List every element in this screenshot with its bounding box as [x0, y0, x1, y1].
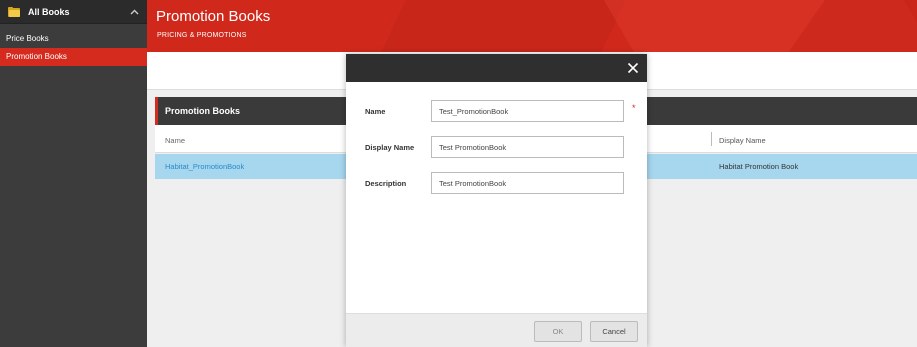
dialog-footer: OK Cancel [346, 313, 647, 347]
name-label: Name [365, 107, 386, 116]
chevron-up-icon[interactable] [129, 7, 139, 17]
row-display-name: Habitat Promotion Book [719, 162, 799, 171]
description-row: Description [346, 172, 647, 194]
panel-title: Promotion Books [165, 106, 241, 116]
page-header: Promotion Books PRICING & PROMOTIONS [147, 0, 917, 52]
cancel-button[interactable]: Cancel [590, 321, 638, 342]
sidebar: All Books Price Books Promotion Books [0, 0, 147, 347]
close-icon[interactable] [627, 62, 639, 74]
sidebar-header-all-books[interactable]: All Books [0, 0, 147, 24]
sidebar-item-promotion-books[interactable]: Promotion Books [0, 48, 147, 66]
sidebar-item-price-books[interactable]: Price Books [0, 30, 147, 48]
description-field[interactable] [431, 172, 624, 194]
required-marker: * [632, 103, 636, 113]
column-separator[interactable] [711, 132, 712, 146]
name-field[interactable] [431, 100, 624, 122]
description-label: Description [365, 179, 407, 188]
display-name-label: Display Name [365, 143, 415, 152]
ok-button[interactable]: OK [534, 321, 582, 342]
display-name-field[interactable] [431, 136, 624, 158]
row-name-link[interactable]: Habitat_PromotionBook [165, 162, 244, 171]
folder-icon [8, 6, 20, 17]
page-subtitle: PRICING & PROMOTIONS [157, 32, 247, 39]
display-name-row: Display Name [346, 136, 647, 158]
dialog-header [346, 54, 647, 82]
column-header-display-name[interactable]: Display Name [719, 136, 766, 145]
name-row: Name * [346, 100, 647, 122]
create-promotion-book-dialog: Name * Display Name Description OK Cance… [346, 54, 647, 347]
sidebar-title: All Books [28, 6, 70, 17]
page-title: Promotion Books [156, 8, 271, 25]
column-header-name[interactable]: Name [165, 136, 185, 145]
